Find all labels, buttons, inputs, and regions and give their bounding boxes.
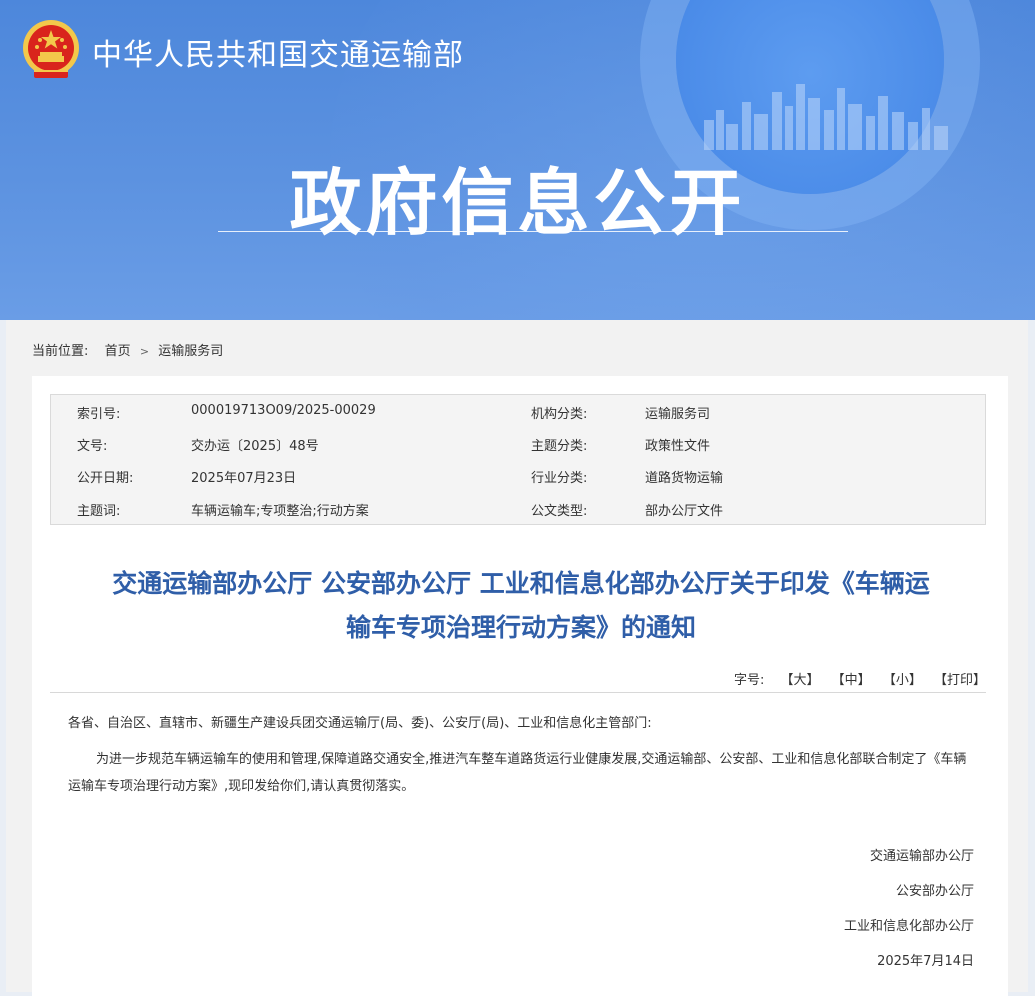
breadcrumb-department-link[interactable]: 运输服务司 — [158, 340, 223, 359]
metadata-row: 公开日期: 2025年07月23日 行业分类: 道路货物运输 — [51, 459, 985, 491]
signature-transport-office: 交通运输部办公厅 — [869, 849, 974, 864]
document-number-label: 文号: — [77, 439, 108, 454]
main-panel: 当前位置: 首页 > 运输服务司 索引号: 000019713O09/2025-… — [6, 320, 1028, 996]
font-large-button[interactable]: 【大】 — [781, 673, 820, 688]
city-skyline-graphic — [704, 84, 948, 150]
breadcrumb-separator: > — [139, 345, 150, 358]
metadata-row: 索引号: 000019713O09/2025-00029 机构分类: 运输服务司 — [51, 395, 985, 427]
article-greeting: 各省、自治区、直辖市、新疆生产建设兵团交通运输厅(局、委)、公安厅(局)、工业和… — [68, 716, 652, 731]
ministry-name[interactable]: 中华人民共和国交通运输部 — [92, 30, 464, 74]
article-title-line-1: 交通运输部办公厅 公安部办公厅 工业和信息化部办公厅关于印发《车辆运 — [112, 569, 930, 598]
topic-category-label: 主题分类: — [531, 439, 588, 454]
print-button[interactable]: 【打印】 — [934, 673, 986, 688]
publish-date-label: 公开日期: — [77, 471, 134, 486]
document-number-value: 交办运〔2025〕48号 — [191, 439, 319, 454]
banner-title: 政府信息公开 — [289, 161, 746, 245]
national-emblem-icon — [23, 20, 79, 78]
font-size-label: 字号: — [733, 673, 765, 688]
banner-underline — [218, 231, 848, 232]
keywords-label: 主题词: — [77, 504, 121, 519]
document-type-value: 部办公厅文件 — [645, 504, 724, 519]
industry-category-label: 行业分类: — [531, 471, 588, 486]
signature-miit-office: 工业和信息化部办公厅 — [843, 919, 974, 934]
font-small-button[interactable]: 【小】 — [883, 673, 922, 688]
article-title: 交通运输部办公厅 公安部办公厅 工业和信息化部办公厅关于印发《车辆运 输车专项治… — [56, 562, 986, 650]
agency-category-value: 运输服务司 — [645, 407, 711, 422]
header-banner: 中华人民共和国交通运输部 政府信息公开 — [0, 0, 1035, 320]
topic-category-value: 政策性文件 — [645, 439, 711, 454]
metadata-row: 主题词: 车辆运输车;专项整治;行动方案 公文类型: 部办公厅文件 — [51, 492, 985, 524]
breadcrumb-home-link[interactable]: 首页 — [105, 340, 131, 359]
font-medium-button[interactable]: 【中】 — [832, 673, 871, 688]
article-paragraph: 为进一步规范车辆运输车的使用和管理,保障道路交通安全,推进汽车整车道路货运行业健… — [68, 752, 967, 794]
document-metadata-table: 索引号: 000019713O09/2025-00029 机构分类: 运输服务司… — [50, 394, 986, 525]
agency-category-label: 机构分类: — [531, 407, 588, 422]
breadcrumb-label: 当前位置: — [32, 344, 89, 359]
signature-date: 2025年7月14日 — [877, 954, 974, 969]
breadcrumb: 当前位置: 首页 > 运输服务司 — [32, 340, 223, 359]
publish-date-value: 2025年07月23日 — [191, 471, 297, 486]
signature-public-security-office: 公安部办公厅 — [895, 884, 974, 899]
article-title-line-2: 输车专项治理行动方案》的通知 — [345, 613, 696, 642]
index-number-value: 000019713O09/2025-00029 — [191, 403, 376, 418]
industry-category-value: 道路货物运输 — [645, 471, 724, 486]
article-content: 索引号: 000019713O09/2025-00029 机构分类: 运输服务司… — [32, 376, 1008, 996]
metadata-row: 文号: 交办运〔2025〕48号 主题分类: 政策性文件 — [51, 427, 985, 459]
content-divider — [50, 692, 986, 693]
keywords-value: 车辆运输车;专项整治;行动方案 — [191, 504, 369, 519]
index-number-label: 索引号: — [77, 407, 121, 422]
document-type-label: 公文类型: — [531, 504, 588, 519]
font-size-tools: 字号: 【大】 【中】 【小】 【打印】 — [734, 669, 986, 688]
